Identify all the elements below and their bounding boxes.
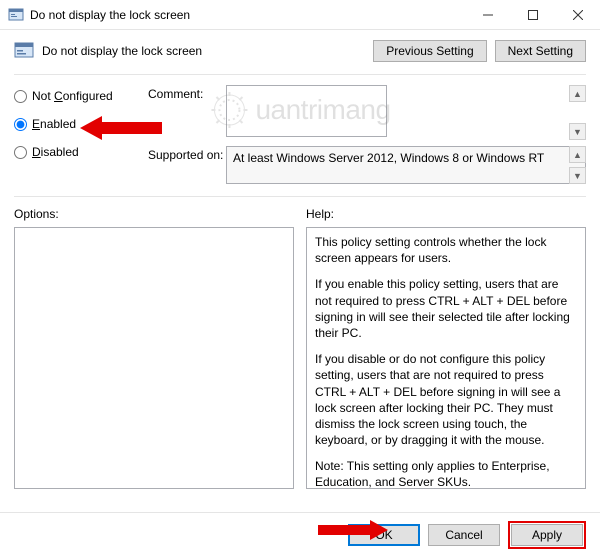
maximize-button[interactable]: [510, 0, 555, 30]
help-paragraph: This policy setting controls whether the…: [315, 234, 577, 266]
supported-text: At least Windows Server 2012, Windows 8 …: [226, 146, 586, 184]
options-panel: [14, 227, 294, 489]
window-controls: [465, 0, 600, 29]
apply-highlight: Apply: [508, 521, 586, 549]
scroll-down-icon[interactable]: ▼: [569, 123, 586, 140]
radio-not-configured-input[interactable]: [14, 90, 27, 103]
app-icon: [8, 7, 24, 23]
next-setting-button[interactable]: Next Setting: [495, 40, 586, 62]
close-button[interactable]: [555, 0, 600, 30]
policy-title: Do not display the lock screen: [42, 44, 373, 58]
radio-disabled-input[interactable]: [14, 146, 27, 159]
cancel-button[interactable]: Cancel: [428, 524, 500, 546]
radio-disabled[interactable]: Disabled: [14, 145, 134, 159]
policy-icon: [14, 41, 34, 61]
radio-group: Not Configured Enabled Disabled: [14, 85, 134, 190]
titlebar: Do not display the lock screen: [0, 0, 600, 30]
radio-enabled[interactable]: Enabled: [14, 117, 134, 131]
radio-not-configured[interactable]: Not Configured: [14, 89, 134, 103]
options-label: Options:: [14, 207, 294, 221]
radio-enabled-input[interactable]: [14, 118, 27, 131]
scroll-up-icon[interactable]: ▲: [569, 146, 586, 163]
comment-label: Comment:: [148, 85, 226, 140]
window-title: Do not display the lock screen: [30, 8, 465, 22]
ok-button[interactable]: OK: [348, 524, 420, 546]
help-paragraph: If you enable this policy setting, users…: [315, 276, 577, 341]
help-panel: This policy setting controls whether the…: [306, 227, 586, 489]
config-area: Not Configured Enabled Disabled Comment:…: [0, 79, 600, 192]
help-paragraph: Note: This setting only applies to Enter…: [315, 458, 577, 489]
divider: [14, 196, 586, 197]
apply-button[interactable]: Apply: [511, 524, 583, 546]
scroll-down-icon[interactable]: ▼: [569, 167, 586, 184]
help-label: Help:: [306, 207, 586, 221]
footer: OK Cancel Apply: [0, 512, 600, 556]
header-row: Do not display the lock screen Previous …: [0, 30, 600, 70]
supported-label: Supported on:: [148, 146, 226, 184]
help-paragraph: If you disable or do not configure this …: [315, 351, 577, 448]
scroll-up-icon[interactable]: ▲: [569, 85, 586, 102]
minimize-button[interactable]: [465, 0, 510, 30]
comment-input[interactable]: [226, 85, 387, 137]
lower-area: Options: Help: This policy setting contr…: [0, 201, 600, 489]
previous-setting-button[interactable]: Previous Setting: [373, 40, 486, 62]
divider: [14, 74, 586, 75]
